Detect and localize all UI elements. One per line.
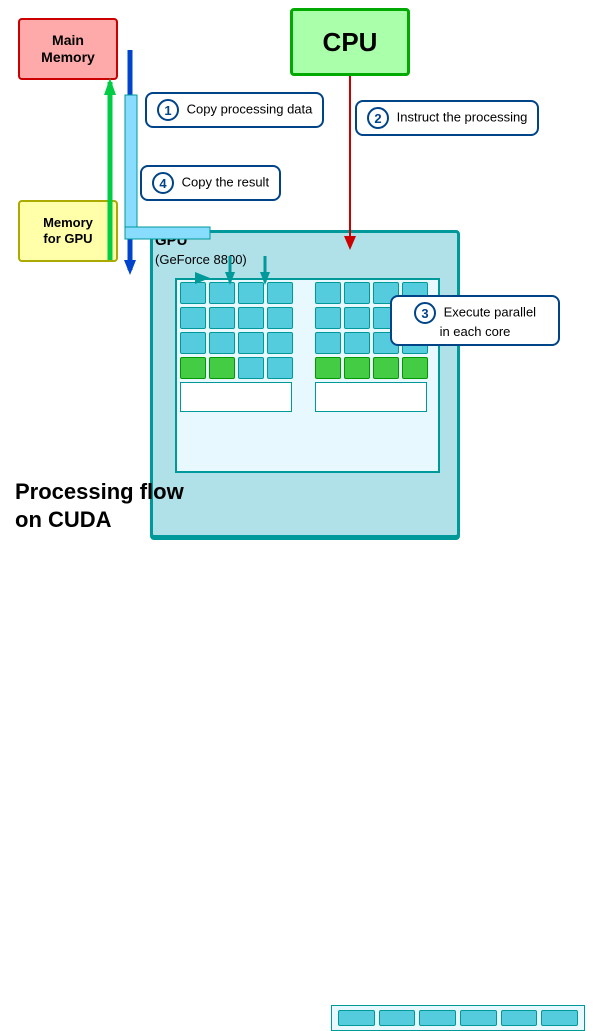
- core: [315, 307, 341, 329]
- core: [267, 357, 293, 379]
- bottom-block: [379, 1010, 416, 1026]
- bottom-block: [338, 1010, 375, 1026]
- cpu-box: CPU: [290, 8, 410, 76]
- step-3-text: Execute parallelin each core: [440, 304, 536, 339]
- processing-flow-line1: Processing flow: [15, 479, 184, 504]
- gpu-bottom: [150, 500, 460, 538]
- core: [209, 307, 235, 329]
- callout-2: 2 Instruct the processing: [355, 100, 539, 136]
- core-green: [373, 357, 399, 379]
- bottom-block: [419, 1010, 456, 1026]
- core: [238, 307, 264, 329]
- core: [238, 282, 264, 304]
- core: [238, 332, 264, 354]
- core-col-left: [180, 282, 300, 412]
- core: [315, 332, 341, 354]
- gpu-sublabel: (GeForce 8800): [155, 252, 247, 267]
- step-4-text: Copy the result: [182, 174, 269, 189]
- step-2-text: Instruct the processing: [397, 109, 528, 124]
- mem-gpu-box: Memoryfor GPU: [18, 200, 118, 262]
- callout-1: 1 Copy processing data: [145, 92, 324, 128]
- core: [267, 307, 293, 329]
- callout-3: 3 Execute parallelin each core: [390, 295, 560, 346]
- core-green: [209, 357, 235, 379]
- bottom-block: [460, 1010, 497, 1026]
- core-green: [402, 357, 428, 379]
- core: [180, 282, 206, 304]
- core-green: [180, 357, 206, 379]
- gpu-white-block: [180, 382, 292, 412]
- gpu-label: GPU: [155, 232, 188, 249]
- core-green: [315, 357, 341, 379]
- processing-flow-text: Processing flow on CUDA: [15, 478, 184, 535]
- callout-4: 4 Copy the result: [140, 165, 281, 201]
- core: [209, 282, 235, 304]
- step-num-1: 1: [157, 99, 179, 121]
- core: [180, 332, 206, 354]
- bottom-block: [541, 1010, 578, 1026]
- core: [315, 282, 341, 304]
- gpu-white-block: [315, 382, 427, 412]
- core-green: [344, 357, 370, 379]
- diagram: MainMemory CPU Memoryfor GPU GPU (GeForc…: [0, 0, 600, 580]
- core: [267, 282, 293, 304]
- core: [344, 307, 370, 329]
- core: [344, 332, 370, 354]
- cpu-label: CPU: [323, 27, 378, 58]
- core: [209, 332, 235, 354]
- processing-flow-line2: on CUDA: [15, 507, 112, 532]
- gpu-bottom-inner: [331, 1005, 585, 1031]
- core: [180, 307, 206, 329]
- bottom-block: [501, 1010, 538, 1026]
- step-num-4: 4: [152, 172, 174, 194]
- step-num-2: 2: [367, 107, 389, 129]
- step-num-3: 3: [414, 302, 436, 324]
- main-memory-box: MainMemory: [18, 18, 118, 80]
- core: [238, 357, 264, 379]
- core: [267, 332, 293, 354]
- core: [344, 282, 370, 304]
- step-1-text: Copy processing data: [187, 101, 313, 116]
